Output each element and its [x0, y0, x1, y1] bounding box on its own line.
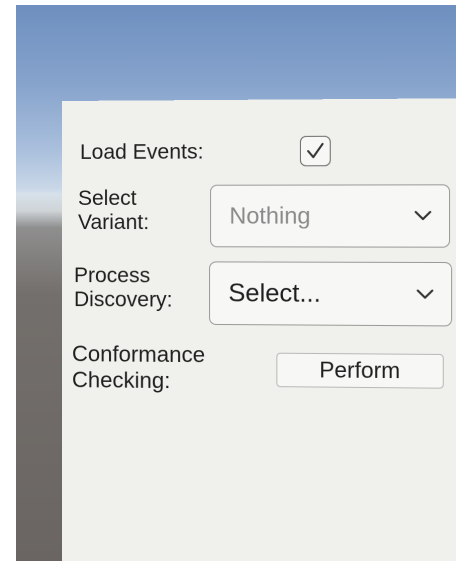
load-events-checkbox[interactable]: [299, 135, 331, 167]
conformance-checking-label: Conformance Checking:: [71, 341, 206, 394]
process-discovery-dropdown[interactable]: Select...: [209, 261, 453, 327]
process-discovery-value: Select...: [228, 278, 321, 308]
select-variant-dropdown[interactable]: Nothing: [210, 184, 451, 248]
load-events-label: Load Events:: [79, 140, 204, 164]
perform-button[interactable]: Perform: [276, 352, 444, 389]
chevron-down-icon: [416, 288, 435, 300]
process-discovery-label: Process Discovery:: [73, 264, 173, 312]
chevron-down-icon: [414, 210, 433, 222]
process-mining-panel: Load Events: Select Variant: Nothing Pro…: [62, 98, 456, 561]
checkmark-icon: [305, 141, 326, 161]
scene-viewport: Load Events: Select Variant: Nothing Pro…: [16, 5, 456, 561]
select-variant-label: Select Variant:: [77, 186, 150, 235]
select-variant-value: Nothing: [229, 202, 311, 229]
